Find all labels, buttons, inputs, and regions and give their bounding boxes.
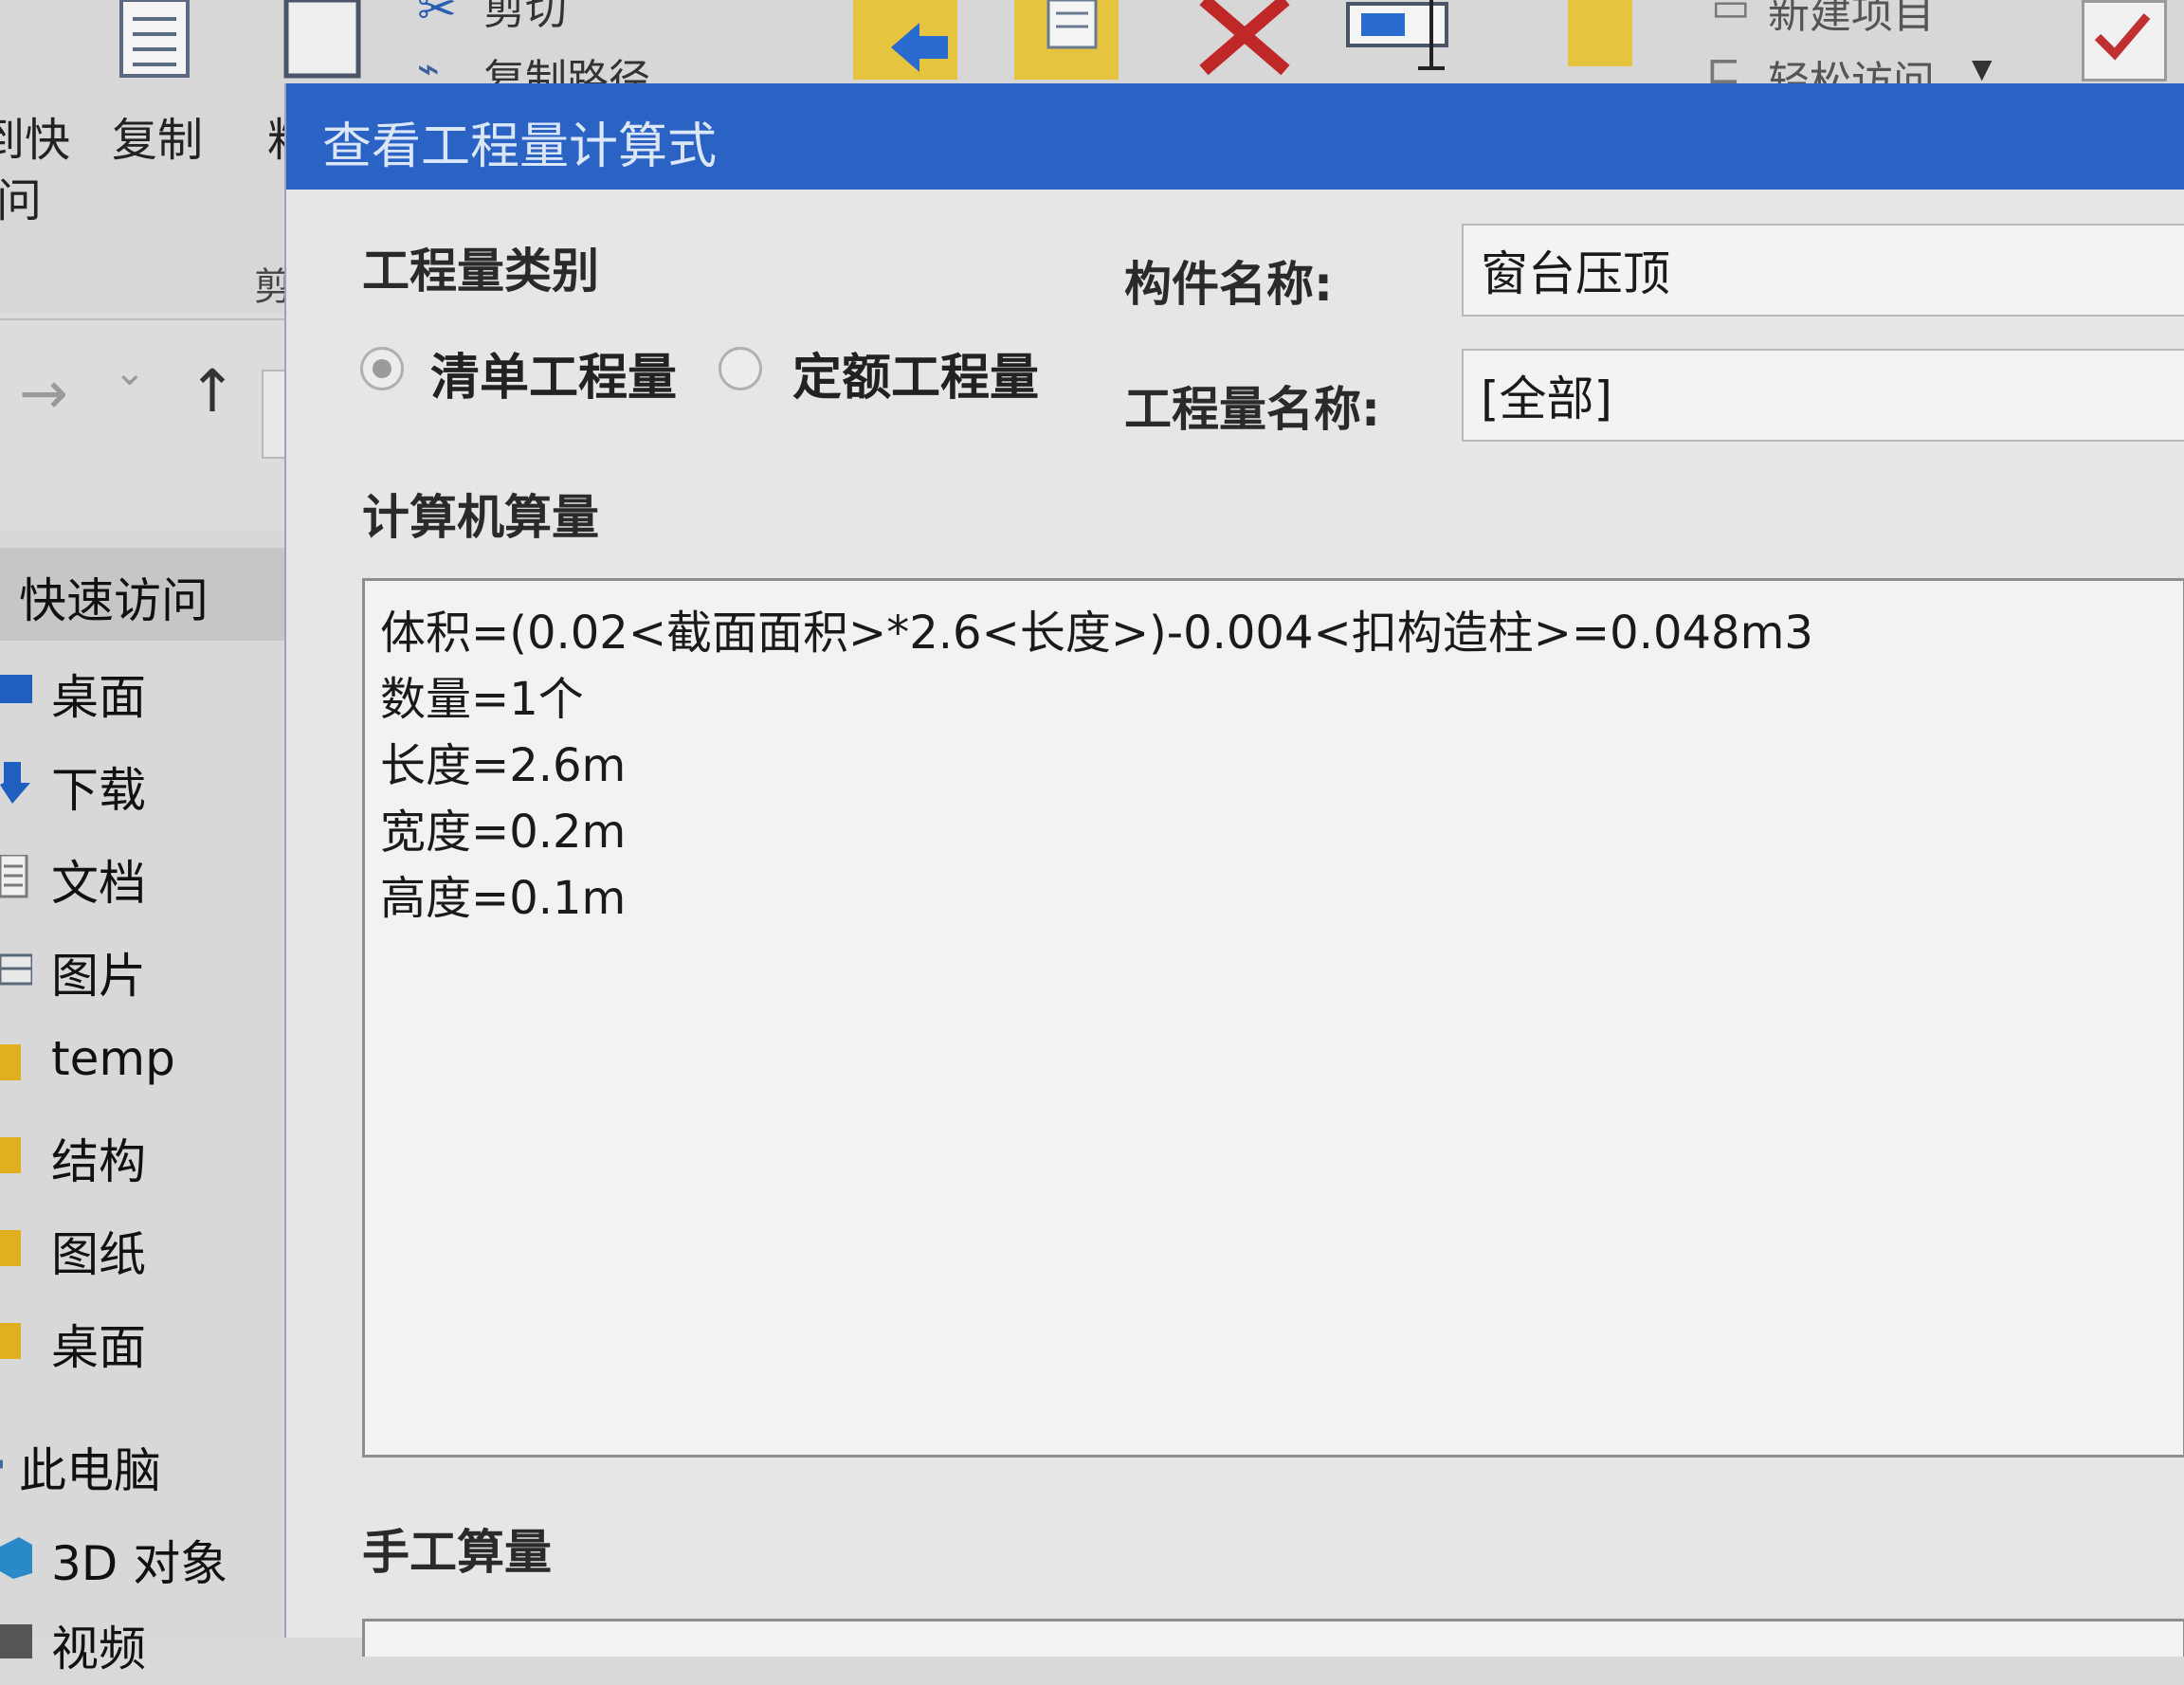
sidebar-item-documents[interactable]: 文档: [0, 834, 284, 919]
delete-icon[interactable]: [1194, 0, 1299, 76]
formula-line: 宽度=0.2m: [380, 806, 627, 859]
sidebar-item-temp[interactable]: temp: [0, 1020, 284, 1105]
navigation-pane: 快速访问 桌面 下载 文档 图片 temp 结构 图纸 桌面 此电脑 3D 对象…: [0, 531, 284, 1676]
copy-icon[interactable]: [114, 0, 209, 85]
component-name-input[interactable]: [1464, 226, 2184, 315]
new-folder-icon[interactable]: [1564, 0, 1640, 76]
new-item-label[interactable]: 新建项目: [1768, 0, 1935, 40]
computer-icon: [0, 1459, 3, 1469]
sidebar-item-label: 文档: [51, 856, 146, 911]
pictures-icon: [0, 953, 32, 986]
copy-to-icon[interactable]: [1014, 0, 1128, 85]
sidebar-item-label: 结构: [51, 1134, 146, 1189]
manual-calc-textbox[interactable]: [362, 1619, 2184, 1657]
chevron-down-icon[interactable]: ▼: [1972, 53, 1993, 84]
sidebar-item-label: 3D 对象: [51, 1536, 228, 1591]
document-icon: [0, 855, 28, 898]
quantity-name-field[interactable]: [1462, 349, 2184, 442]
sidebar-item-label: 桌面: [51, 1320, 146, 1375]
properties-icon[interactable]: [2082, 0, 2167, 82]
folder-icon: [0, 1230, 21, 1266]
radio-quota-quantity[interactable]: [719, 347, 762, 390]
quantity-type-label: 工程量类别: [362, 244, 599, 299]
radio-bill-quantity-label[interactable]: 清单工程量: [430, 337, 677, 408]
navigation-bar: → ⌄ ↑: [0, 341, 292, 464]
radio-quota-quantity-label[interactable]: 定额工程量: [792, 337, 1039, 408]
dialog-titlebar[interactable]: 查看工程量计算式: [286, 83, 2184, 190]
history-dropdown-icon[interactable]: ⌄: [114, 351, 146, 394]
download-icon: [0, 762, 30, 804]
folder-icon: [0, 1137, 21, 1173]
check-icon: [2094, 13, 2151, 61]
sidebar-item-videos[interactable]: 视频: [0, 1600, 284, 1685]
sidebar-item-desktop-folder[interactable]: 桌面: [0, 1298, 284, 1384]
this-pc-label: 此电脑: [19, 1443, 161, 1498]
sidebar-item-drawings[interactable]: 图纸: [0, 1205, 284, 1291]
sidebar-item-label: 桌面: [51, 670, 146, 725]
rename-icon[interactable]: [1346, 0, 1469, 76]
sidebar-item-desktop[interactable]: 桌面: [0, 648, 284, 734]
sidebar-item-label: 下载: [51, 763, 146, 818]
folder-icon: [0, 1044, 21, 1080]
computer-calc-label: 计算机算量: [362, 490, 599, 545]
sidebar-item-label: 图片: [51, 949, 146, 1004]
sidebar-item-label: 视频: [51, 1622, 146, 1676]
view-quantity-formula-dialog: 查看工程量计算式 工程量类别 清单工程量 定额工程量 构件名称: 工程量名称: …: [284, 83, 2184, 1657]
sidebar-this-pc[interactable]: 此电脑: [0, 1422, 284, 1507]
sidebar-item-label: 图纸: [51, 1227, 146, 1282]
folder-icon: [0, 1323, 21, 1359]
quantity-name-label: 工程量名称:: [1124, 382, 1380, 437]
ribbon-divider: [0, 318, 284, 320]
3d-objects-icon: [0, 1537, 32, 1579]
desktop-icon: [0, 675, 32, 703]
component-name-label: 构件名称:: [1124, 257, 1333, 312]
video-icon: [0, 1624, 32, 1658]
formula-list: 体积=(0.02<截面面积>*2.6<长度>)-0.004<扣构造柱>=0.04…: [380, 600, 1813, 932]
pin-quick-access-label-line2: 问: [0, 174, 43, 227]
formula-line: 体积=(0.02<截面面积>*2.6<长度>)-0.004<扣构造柱>=0.04…: [380, 607, 1813, 660]
dialog-title: 查看工程量计算式: [322, 118, 718, 175]
sidebar-item-3d-objects[interactable]: 3D 对象: [0, 1514, 284, 1600]
sidebar-quick-access[interactable]: 快速访问: [0, 548, 284, 641]
sidebar-item-downloads[interactable]: 下载: [0, 741, 284, 826]
pin-quick-access-label[interactable]: 到快: [0, 102, 70, 169]
cut-label[interactable]: 剪切: [483, 0, 567, 36]
component-name-field[interactable]: [1462, 224, 2184, 317]
move-to-icon[interactable]: [853, 0, 967, 85]
quantity-name-input[interactable]: [1464, 351, 2184, 440]
manual-calc-label: 手工算量: [362, 1525, 552, 1580]
up-icon[interactable]: ↑: [188, 356, 237, 426]
forward-icon[interactable]: →: [19, 358, 68, 427]
formula-line: 高度=0.1m: [380, 872, 627, 925]
new-item-icon: ▭: [1711, 0, 1751, 31]
sidebar-item-pictures[interactable]: 图片: [0, 927, 284, 1012]
computer-calc-textbox[interactable]: 体积=(0.02<截面面积>*2.6<长度>)-0.004<扣构造柱>=0.04…: [362, 578, 2184, 1458]
copy-label[interactable]: 复制: [112, 102, 203, 169]
quick-access-label: 快速访问: [19, 573, 209, 628]
sidebar-item-structure[interactable]: 结构: [0, 1113, 284, 1198]
formula-line: 数量=1个: [380, 673, 584, 726]
scissors-icon: ✂: [417, 0, 457, 36]
paste-icon[interactable]: [282, 0, 368, 85]
sidebar-item-label: temp: [51, 1031, 175, 1086]
radio-bill-quantity[interactable]: [360, 347, 404, 390]
formula-line: 长度=2.6m: [380, 739, 627, 792]
